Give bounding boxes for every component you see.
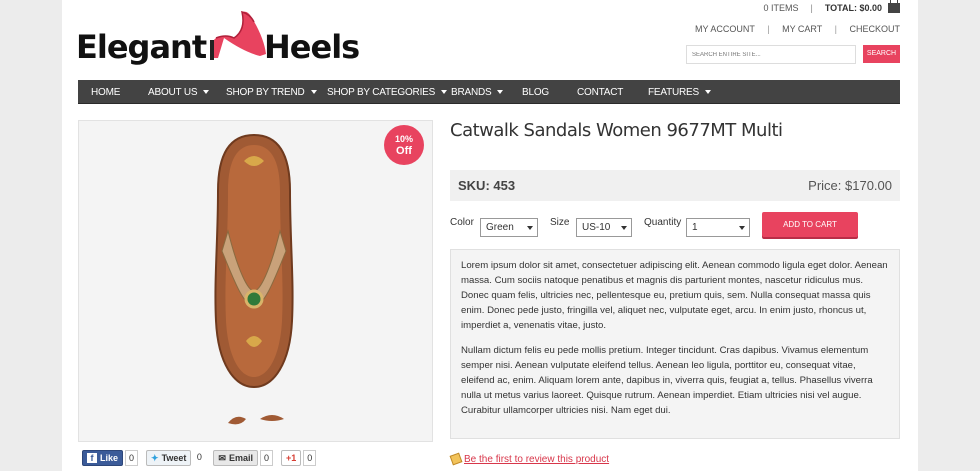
size-label: Size [550,217,570,228]
like-label: Like [100,453,119,463]
cart-summary: 0 ITEMS | TOTAL: $0.00 [763,0,900,13]
sku-price-bar: SKU: 453 Price: $170.00 [450,170,900,201]
review-link[interactable]: Be the first to review this product [449,452,610,466]
description-paragraph: Nullam dictum felis eu pede mollis preti… [461,345,873,416]
search-input[interactable] [686,45,856,64]
review-link-label: Be the first to review this product [464,454,610,465]
facebook-icon: f [87,453,97,463]
chevron-down-icon [497,90,504,95]
product-title: Catwalk Sandals Women 9677MT Multi [450,120,783,141]
divider: | [834,24,837,34]
color-select[interactable]: Green [480,218,538,237]
size-value: US-10 [582,222,611,233]
nav-shop-by-trend[interactable]: SHOP BY TREND [226,87,317,98]
checkout-link[interactable]: CHECKOUT [849,24,900,34]
nav-brands[interactable]: BRANDS [451,87,504,98]
chevron-down-icon [441,90,448,95]
nav-blog[interactable]: BLOG [522,87,549,98]
product-description: Lorem ipsum dolor sit amet, consectetuer… [450,249,900,439]
tweet-button[interactable]: ✦ Tweet [146,450,192,466]
nav-contact[interactable]: CONTACT [577,87,623,98]
nav-label: CONTACT [577,87,624,98]
account-links: MY ACCOUNT | MY CART | CHECKOUT [695,24,900,34]
discount-off-label: Off [396,145,412,157]
divider: | [810,3,813,13]
product-price: Price: $170.00 [808,178,892,193]
email-label: Email [228,453,253,463]
cart-items-count[interactable]: 0 ITEMS [763,3,798,13]
my-cart-link[interactable]: MY CART [782,24,822,34]
chevron-down-icon [310,90,317,95]
nav-features[interactable]: FEATURES [648,87,711,98]
sku-label: SKU: [458,178,494,193]
nav-label: ABOUT US [148,87,198,98]
logo-word-elegant: Elegant [76,28,207,66]
quantity-value: 1 [692,222,698,233]
social-share-bar: f Like 0 ✦ Tweet 0 ✉ Email 0 +1 0 [82,450,324,466]
nav-label: FEATURES [648,87,699,98]
nav-label: BLOG [522,87,549,98]
gplus-label: +1 [286,453,297,463]
facebook-like-button[interactable]: f Like [82,450,124,466]
size-select[interactable]: US-10 [576,218,632,237]
logo-word-heels: Heels [264,28,360,66]
nav-home[interactable]: HOME [91,87,120,98]
email-count: 0 [259,450,273,466]
gplus-count: 0 [303,450,317,466]
main-nav: HOME ABOUT US SHOP BY TREND SHOP BY CATE… [78,80,900,104]
quantity-label: Quantity [644,217,682,228]
tweet-count: 0 [196,452,202,462]
divider: | [767,24,770,34]
chevron-down-icon [705,90,711,95]
email-button[interactable]: ✉ Email [213,450,258,466]
product-gallery: 10% Off [78,120,433,442]
product-thumbnails[interactable] [224,409,294,429]
pencil-icon [449,452,463,466]
chevron-down-icon [621,226,627,230]
page: Elegant Heels 0 ITEMS | TOTAL: $0.00 MY … [62,0,918,471]
nav-label: HOME [91,87,121,98]
my-account-link[interactable]: MY ACCOUNT [695,24,755,34]
cart-total[interactable]: TOTAL: $0.00 [825,3,882,13]
chevron-down-icon [203,90,210,95]
color-value: Green [486,222,514,233]
shopping-bag-icon[interactable] [888,0,900,13]
nav-shop-by-categories[interactable]: SHOP BY CATEGORIES [327,87,448,98]
discount-badge: 10% Off [384,125,424,165]
google-plus-button[interactable]: +1 [281,450,302,466]
chevron-down-icon [739,226,745,230]
description-paragraph: Lorem ipsum dolor sit amet, consectetuer… [461,260,888,331]
tweet-label: Tweet [161,453,187,463]
discount-percent: 10% [394,134,413,144]
sku: SKU: 453 [458,178,515,193]
search-button[interactable]: SEARCH [863,45,900,63]
nav-about-us[interactable]: ABOUT US [148,87,210,98]
product-image[interactable] [204,131,304,391]
like-count: 0 [125,450,139,466]
quantity-select[interactable]: 1 [686,218,750,237]
nav-label: SHOP BY TREND [226,87,305,98]
envelope-icon: ✉ [218,452,226,463]
nav-label: BRANDS [451,87,492,98]
chevron-down-icon [527,226,533,230]
sku-value: 453 [493,178,516,193]
add-to-cart-button[interactable]: ADD TO CART [762,212,858,237]
twitter-icon: ✦ [151,452,159,463]
color-label: Color [450,217,474,228]
nav-label: SHOP BY CATEGORIES [327,87,436,98]
